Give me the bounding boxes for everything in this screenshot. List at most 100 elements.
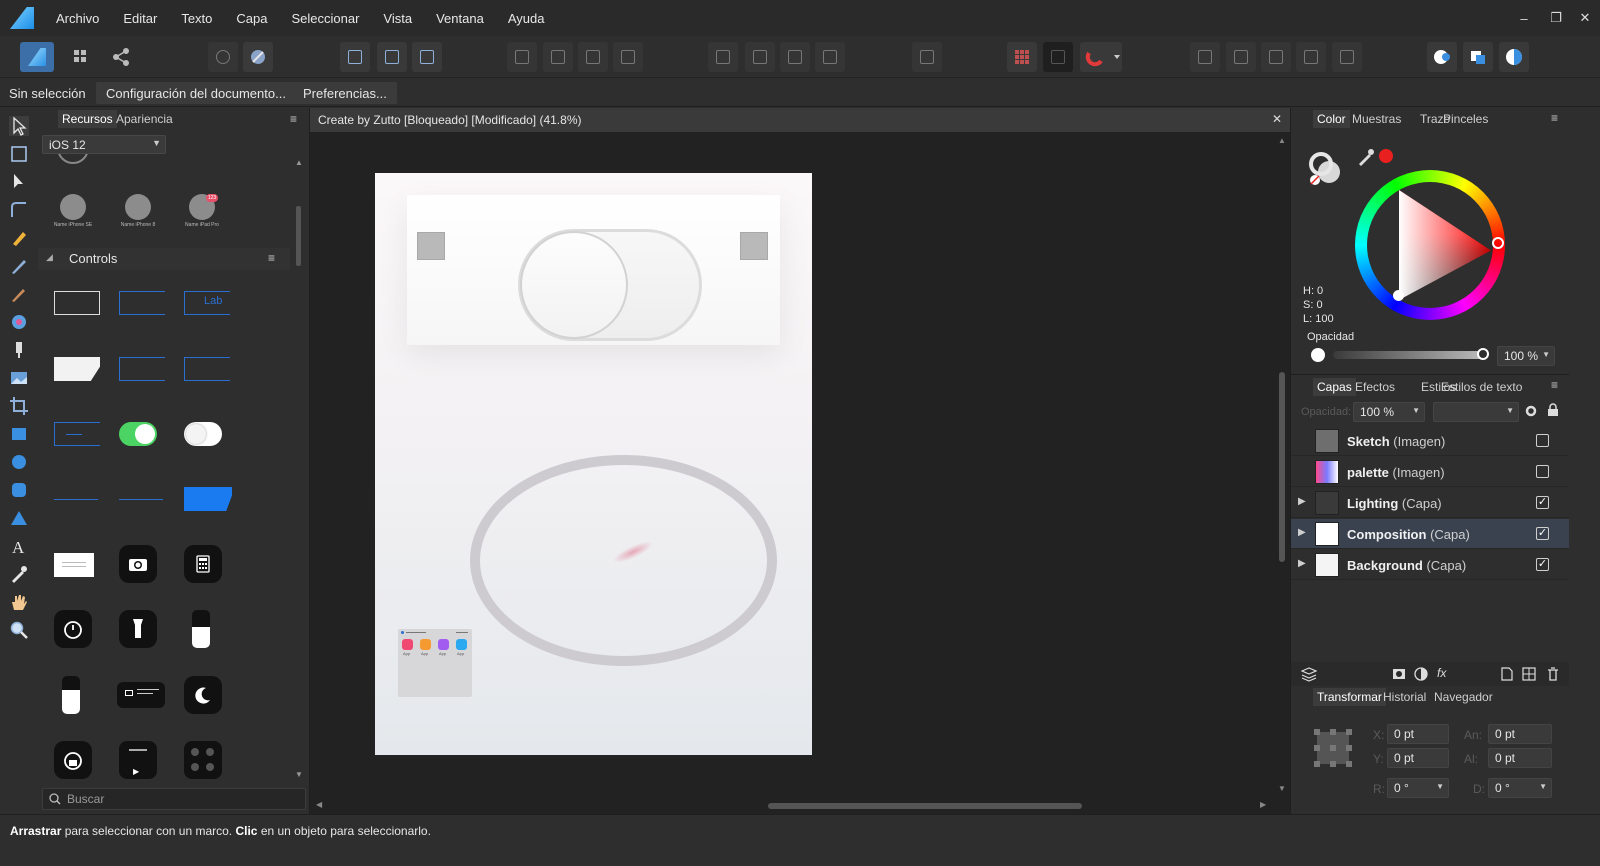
gear-icon[interactable] [1524,404,1538,418]
opacity-slider-knob[interactable] [1477,348,1489,360]
control-stepper[interactable] [52,419,102,449]
control-slider-line[interactable] [52,484,102,514]
toolbar-button-1[interactable] [208,42,238,72]
node-tool-icon[interactable] [9,172,29,192]
toolbar-button-11[interactable] [745,42,775,72]
tab-navegador[interactable]: Navegador [1434,690,1493,704]
layer-row[interactable]: ▶ Background (Capa) ✓ [1291,550,1569,580]
x-field[interactable]: 0 pt [1387,724,1449,744]
control-button-filled[interactable] [182,484,232,514]
toolbar-button-24[interactable] [1499,42,1529,72]
triangle-tool-icon[interactable] [9,508,29,528]
scroll-left-icon[interactable]: ◀ [316,800,322,809]
close-document-button[interactable]: ✕ [1272,112,1282,126]
toolbar-button-9[interactable] [613,42,643,72]
color-handle[interactable] [1393,290,1404,301]
scroll-up-icon[interactable]: ▲ [295,158,303,167]
controls-section-header[interactable]: ◢ Controls ≡ [38,248,290,270]
fx-icon[interactable]: fx [1437,666,1446,680]
toolbar-button-22[interactable] [1427,42,1457,72]
toolbar-button-3[interactable] [340,42,370,72]
menu-archivo[interactable]: Archivo [56,11,99,26]
control-connectivity[interactable] [182,741,232,781]
toolbar-button-5[interactable] [412,42,442,72]
control-rotation-lock[interactable] [52,741,102,781]
toolbar-button-23[interactable] [1463,42,1493,72]
control-calculator[interactable] [182,545,232,585]
pen-tool-icon[interactable] [9,228,29,248]
toolbar-button-6[interactable] [507,42,537,72]
scroll-up-icon[interactable]: ▲ [1278,136,1286,145]
control-now-playing[interactable]: ▶ [117,741,167,781]
menu-ayuda[interactable]: Ayuda [508,11,545,26]
blend-mode-select[interactable]: ▼ [1433,402,1519,422]
y-field[interactable]: 0 pt [1387,748,1449,768]
toolbar-button-13[interactable] [815,42,845,72]
snapping-button[interactable] [1080,42,1122,72]
canvas-horizontal-scrollbar[interactable]: ◀ ▶ [312,800,1272,812]
menu-editar[interactable]: Editar [123,11,157,26]
place-image-icon[interactable] [9,368,29,388]
group-icon[interactable] [1521,666,1537,682]
zoom-tool-icon[interactable] [9,620,29,640]
toolbar-button-18[interactable] [1226,42,1256,72]
tab-color[interactable]: Color [1313,110,1350,128]
restore-button[interactable]: ❐ [1538,0,1574,36]
toolbar-button-12[interactable] [780,42,810,72]
lock-icon[interactable] [1547,403,1559,417]
control-dark-mode[interactable] [182,676,232,716]
control-label[interactable]: Lab [182,288,232,318]
layers-panel-menu-icon[interactable]: ≡ [1551,378,1558,392]
tab-apariencia[interactable]: Apariencia [116,112,173,126]
avatar[interactable] [60,194,86,220]
control-camera[interactable] [117,545,167,585]
control-segment-2[interactable] [182,354,232,384]
toolbar-button-7[interactable] [543,42,573,72]
preferences-button[interactable]: Preferencias... [293,82,397,104]
layer-visibility-checkbox[interactable]: ✓ [1536,558,1549,571]
hue-handle[interactable] [1492,237,1504,249]
fill-tool-icon[interactable] [9,312,29,332]
tab-muestras[interactable]: Muestras [1352,112,1401,126]
tab-efectos[interactable]: Efectos [1355,380,1395,394]
color-panel-menu-icon[interactable]: ≡ [1551,111,1558,125]
tab-capas[interactable]: Capas [1313,378,1356,396]
transparency-tool-icon[interactable] [9,340,29,360]
tab-recursos[interactable]: Recursos [58,110,117,128]
pencil-tool-icon[interactable] [9,256,29,276]
move-tool-icon[interactable] [9,116,29,136]
layer-opacity-field[interactable]: 100 % ▼ [1353,402,1425,422]
scroll-down-icon[interactable]: ▼ [1278,784,1286,793]
artboard[interactable]: App App App App [375,173,812,755]
layer-visibility-checkbox[interactable]: ✓ [1536,496,1549,509]
toolbar-button-16[interactable] [1043,42,1073,72]
document-setup-button[interactable]: Configuración del documento... [96,82,296,104]
close-window-button[interactable]: ✕ [1570,0,1600,36]
toolbar-button-10[interactable] [708,42,738,72]
opacity-field[interactable]: 100 % ▼ [1497,346,1555,366]
brush-tool-icon[interactable] [9,284,29,304]
text-tool-icon[interactable]: A [9,536,29,556]
designer-persona-button[interactable] [20,42,54,72]
toolbar-button-2[interactable] [243,42,273,72]
layer-row[interactable]: Sketch (Imagen) [1291,426,1569,456]
layer-visibility-checkbox[interactable]: ✓ [1536,527,1549,540]
toolbar-button-15[interactable] [1007,42,1037,72]
assets-scrollbar[interactable]: ▲ ▼ [294,158,304,779]
avatar[interactable] [125,194,151,220]
control-segment[interactable] [117,354,167,384]
adjustment-icon[interactable] [1413,666,1429,682]
toolbar-button-19[interactable] [1261,42,1291,72]
control-toggle-off[interactable] [182,419,232,449]
menu-vista[interactable]: Vista [383,11,412,26]
control-screen-mirror[interactable] [117,676,167,716]
toolbar-button-4[interactable] [377,42,407,72]
toolbar-button-14[interactable] [912,42,942,72]
toolbar-button-8[interactable] [578,42,608,72]
scroll-down-icon[interactable]: ▼ [295,770,303,779]
layer-row[interactable]: palette (Imagen) [1291,457,1569,487]
expand-arrow-icon[interactable]: ▶ [1298,527,1306,538]
fill-stroke-swatch-icon[interactable] [1307,148,1347,188]
expand-arrow-icon[interactable]: ▶ [1298,558,1306,569]
menu-ventana[interactable]: Ventana [436,11,484,26]
